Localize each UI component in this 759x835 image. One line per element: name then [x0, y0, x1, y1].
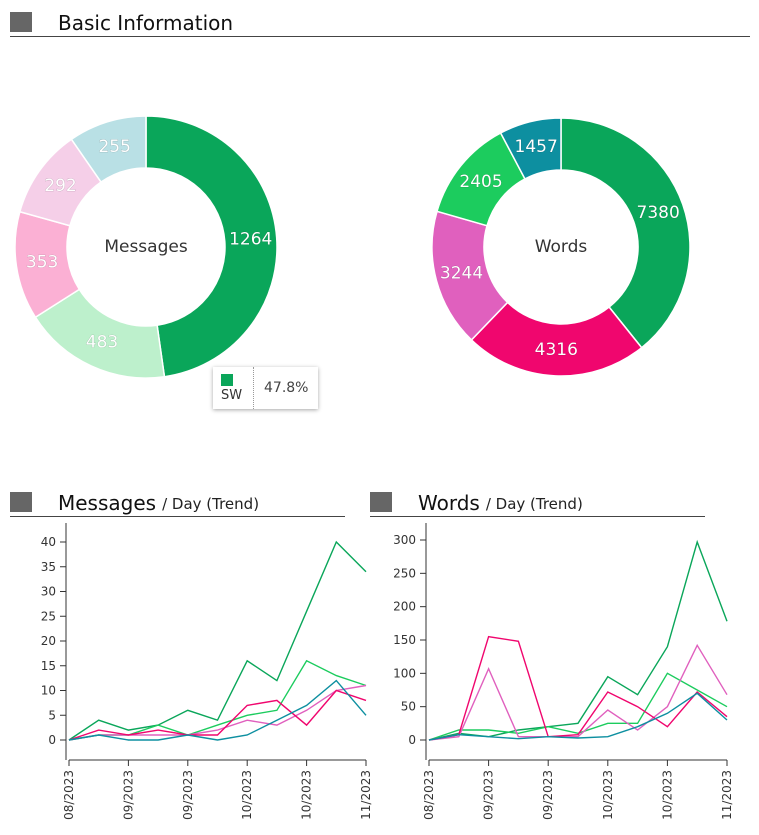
series-line[interactable]: [428, 635, 728, 741]
words-trend-title: Words: [418, 491, 480, 515]
messages-trend-header: Messages / Day (Trend): [10, 489, 345, 517]
words-donut-chart[interactable]: 7380 4316 3244 2405 1457 Words: [410, 100, 710, 400]
series-line[interactable]: [428, 692, 728, 741]
slice-value-label: 1264: [229, 230, 272, 250]
x-tick-label: 10/2023: [300, 770, 314, 820]
y-tick-label: 5: [48, 708, 56, 722]
x-tick-label: 08/2023: [62, 770, 76, 820]
basic-info-title: Basic Information: [58, 11, 234, 35]
slice-value-label: 292: [44, 176, 76, 196]
words-trend-header: Words / Day (Trend): [370, 489, 705, 517]
y-tick-label: 50: [401, 700, 416, 714]
series-line[interactable]: [68, 684, 367, 741]
tooltip-color-box: [221, 374, 233, 386]
tooltip-series-name: SW: [221, 388, 243, 403]
slice-value-label: 3244: [440, 264, 483, 284]
x-tick-label: 09/2023: [121, 770, 135, 820]
donut-center-label: Messages: [104, 237, 188, 257]
y-tick-label: 0: [408, 733, 416, 747]
basic-info-header: Basic Information: [10, 8, 750, 37]
slice-value-label: 1457: [515, 137, 558, 157]
series-line[interactable]: [68, 540, 367, 741]
y-tick-label: 40: [41, 535, 56, 549]
y-tick-label: 30: [41, 585, 56, 599]
x-tick-label: 11/2023: [359, 770, 373, 820]
slice-value-label: 353: [26, 252, 58, 272]
messages-donut-chart[interactable]: 1264 483 353 292 255 Messages: [0, 100, 300, 400]
x-tick-label: 11/2023: [720, 770, 734, 820]
donut-center-label: Words: [535, 237, 588, 257]
tooltip-swatch: SW: [213, 367, 254, 409]
x-tick-label: 10/2023: [660, 770, 674, 820]
series-line[interactable]: [428, 539, 728, 741]
y-tick-label: 200: [393, 600, 416, 614]
tooltip-value: 47.8%: [264, 380, 309, 396]
words-trend-subtitle: / Day (Trend): [485, 495, 583, 513]
y-tick-label: 0: [48, 733, 56, 747]
y-tick-label: 15: [41, 659, 56, 673]
y-tick-label: 300: [393, 533, 416, 547]
x-tick-label: 09/2023: [541, 770, 555, 820]
slice-value-label: 2405: [459, 172, 502, 192]
series-line[interactable]: [428, 672, 728, 741]
series-line[interactable]: [68, 679, 367, 741]
x-tick-label: 10/2023: [601, 770, 615, 820]
messages-trend-subtitle: / Day (Trend): [162, 495, 260, 513]
x-tick-label: 09/2023: [482, 770, 496, 820]
section-square-icon: [370, 492, 392, 512]
messages-trend-title: Messages: [58, 491, 157, 515]
y-tick-label: 10: [41, 684, 56, 698]
section-square-icon: [10, 12, 32, 32]
x-tick-label: 08/2023: [422, 770, 436, 820]
section-square-icon: [10, 492, 32, 512]
chart-tooltip: SW 47.8%: [213, 367, 319, 409]
series-line[interactable]: [68, 689, 367, 741]
y-tick-label: 25: [41, 609, 56, 623]
y-tick-label: 250: [393, 566, 416, 580]
series-line[interactable]: [428, 643, 728, 741]
y-tick-label: 100: [393, 666, 416, 680]
donut-slice[interactable]: [560, 117, 691, 349]
slice-value-label: 483: [86, 332, 118, 352]
y-tick-label: 35: [41, 560, 56, 574]
x-tick-label: 09/2023: [181, 770, 195, 820]
slice-value-label: 255: [98, 137, 130, 157]
slice-value-label: 4316: [535, 340, 578, 360]
y-tick-label: 20: [41, 634, 56, 648]
slice-value-label: 7380: [637, 203, 680, 223]
x-tick-label: 10/2023: [240, 770, 254, 820]
series-line[interactable]: [68, 659, 367, 741]
y-tick-label: 150: [393, 633, 416, 647]
